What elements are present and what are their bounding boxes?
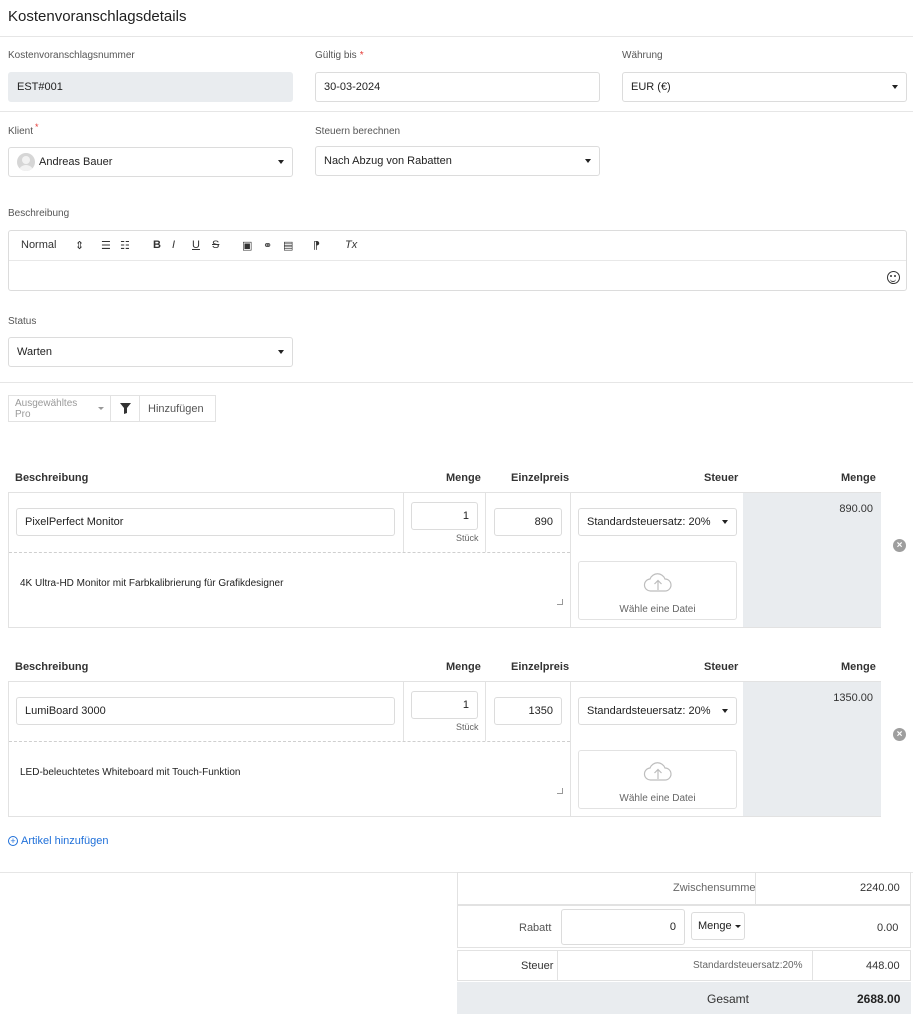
chevron-down-icon [98, 407, 104, 410]
total-label: Gesamt [707, 992, 750, 1006]
status-select[interactable]: Warten [8, 337, 293, 367]
page-title: Kostenvoranschlagsdetails [8, 8, 187, 25]
file-upload[interactable]: Wähle eine Datei [578, 750, 737, 809]
divider [0, 111, 913, 112]
header-description: Beschreibung [15, 472, 89, 484]
item-description[interactable]: 4K Ultra-HD Monitor mit Farbkalibrierung… [20, 578, 283, 589]
item-unit: Stück [456, 722, 479, 732]
item-name-input[interactable]: LumiBoard 3000 [16, 697, 395, 725]
upload-label: Wähle eine Datei [619, 793, 696, 804]
item-quantity-input[interactable]: 1 [411, 502, 478, 530]
italic-icon[interactable]: I [172, 239, 175, 251]
client-label: Klient * [8, 122, 39, 137]
chevron-down-icon [892, 85, 898, 89]
description-label: Beschreibung [8, 208, 70, 219]
description-editor[interactable]: Normal ⇕ ☰ ☷ B I U S ▣ ⚭ ▤ ⁋ Tx [8, 230, 907, 291]
tax-calculation-label: Steuern berechnen [315, 126, 401, 137]
valid-until-field[interactable]: 30-03-2024 [315, 72, 600, 102]
item-row: LumiBoard 3000 1 Stück 1350 Standardsteu… [8, 681, 881, 817]
link-icon[interactable]: ⚭ [263, 239, 272, 252]
currency-label: Währung [622, 50, 663, 61]
header-quantity: Menge [446, 661, 481, 673]
upload-label: Wähle eine Datei [619, 604, 696, 615]
ordered-list-icon[interactable]: ☰ [101, 239, 111, 252]
currency-select[interactable]: EUR (€) [622, 72, 907, 102]
valid-until-label: Gültig bis * [315, 50, 364, 61]
header-amount: Menge [841, 661, 876, 673]
strike-icon[interactable]: S [212, 239, 219, 251]
discount-input[interactable]: 0 [561, 909, 685, 945]
rtl-icon[interactable]: ⁋ [313, 239, 320, 252]
plus-circle-icon: + [8, 836, 18, 846]
item-amount: 890.00 [839, 503, 873, 515]
chevron-down-icon [722, 520, 728, 524]
product-select[interactable]: Ausgewähltes Pro [8, 395, 111, 422]
item-amount: 1350.00 [833, 692, 873, 704]
chevron-down-icon [722, 709, 728, 713]
video-icon[interactable]: ▤ [283, 239, 293, 252]
item-unit: Stück [456, 533, 479, 543]
header-amount: Menge [841, 472, 876, 484]
tax-value: 448.00 [866, 960, 900, 972]
chevron-down-icon [278, 160, 284, 164]
header-unit-price: Einzelpreis [511, 661, 570, 673]
total-value: 2688.00 [857, 992, 901, 1006]
tax-name: Standardsteuersatz:20% [693, 960, 803, 971]
chevron-down-icon [585, 159, 591, 163]
status-label: Status [8, 316, 37, 327]
estimate-number-field[interactable]: EST#001 [8, 72, 293, 102]
file-upload[interactable]: Wähle eine Datei [578, 561, 737, 620]
divider [0, 36, 913, 37]
clean-format-icon[interactable]: Tx [345, 239, 357, 251]
item-price-input[interactable]: 1350 [494, 697, 562, 725]
editor-toolbar: Normal ⇕ ☰ ☷ B I U S ▣ ⚭ ▤ ⁋ Tx [9, 231, 906, 261]
bold-icon[interactable]: B [153, 239, 161, 251]
discount-label: Rabatt [519, 922, 552, 934]
bullet-list-icon[interactable]: ☷ [120, 239, 130, 252]
cloud-upload-icon [643, 762, 672, 781]
item-row: PixelPerfect Monitor 1 Stück 890 Standar… [8, 492, 881, 628]
add-product-button[interactable]: Hinzufügen [139, 395, 216, 422]
subtotal-value: 2240.00 [860, 882, 900, 894]
cloud-upload-icon [643, 573, 672, 592]
heading-select[interactable]: Normal [21, 239, 56, 251]
remove-item-icon[interactable]: × [893, 728, 906, 741]
chevron-down-icon [734, 924, 741, 928]
estimate-number-label: Kostenvoranschlagsnummer [8, 50, 135, 61]
discount-value: 0.00 [877, 922, 899, 934]
add-item-link[interactable]: + Artikel hinzufügen [8, 835, 108, 847]
discount-type-select[interactable]: Menge [691, 912, 745, 940]
avatar [17, 153, 35, 171]
resize-handle-icon[interactable] [557, 788, 563, 794]
divider [0, 382, 913, 383]
item-tax-select[interactable]: Standardsteuersatz: 20% [578, 508, 737, 536]
image-icon[interactable]: ▣ [242, 239, 252, 252]
header-unit-price: Einzelpreis [511, 472, 570, 484]
subtotal-label: Zwischensumme [673, 882, 756, 894]
tax-label: Steuer [521, 960, 554, 972]
item-name-input[interactable]: PixelPerfect Monitor [16, 508, 395, 536]
item-price-input[interactable]: 890 [494, 508, 562, 536]
header-tax: Steuer [704, 661, 739, 673]
header-tax: Steuer [704, 472, 739, 484]
filter-button[interactable] [110, 395, 140, 422]
emoji-icon[interactable] [887, 271, 900, 284]
chevron-down-icon [278, 350, 284, 354]
filter-icon [119, 403, 131, 414]
tax-calculation-select[interactable]: Nach Abzug von Rabatten [315, 146, 600, 176]
item-description[interactable]: LED-beleuchtetes Whiteboard mit Touch-Fu… [20, 767, 240, 778]
item-tax-select[interactable]: Standardsteuersatz: 20% [578, 697, 737, 725]
header-quantity: Menge [446, 472, 481, 484]
client-select[interactable]: Andreas Bauer [8, 147, 293, 177]
underline-icon[interactable]: U [192, 239, 200, 251]
header-description: Beschreibung [15, 661, 89, 673]
heading-updown-icon[interactable]: ⇕ [75, 239, 84, 252]
resize-handle-icon[interactable] [557, 599, 563, 605]
remove-item-icon[interactable]: × [893, 539, 906, 552]
item-quantity-input[interactable]: 1 [411, 691, 478, 719]
